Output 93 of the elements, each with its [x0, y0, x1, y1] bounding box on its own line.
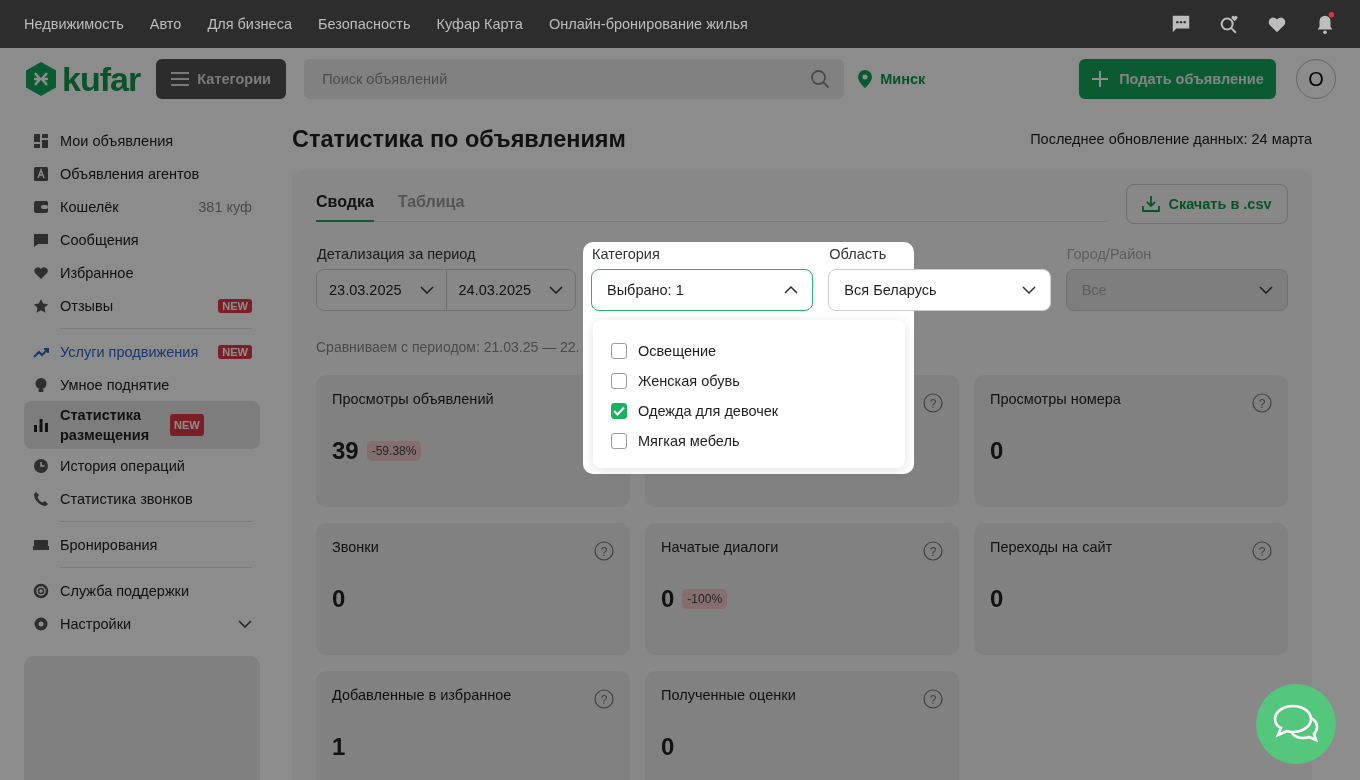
stat-title: Начатые диалоги: [661, 539, 779, 555]
sidebar-item[interactable]: Настройки: [24, 607, 260, 640]
stat-value: 0: [661, 733, 675, 761]
sidebar-item[interactable]: Услуги продвижения NEW: [24, 335, 260, 368]
compare-period-text: Сравниваем с периодом: 21.03.25 — 22.: [316, 339, 580, 355]
sidebar-item-label: Услуги продвижения: [60, 343, 200, 360]
pin-icon: [858, 70, 873, 88]
page-title: Статистика по объявлениям: [292, 125, 626, 153]
filter-label: Категория: [591, 246, 661, 262]
sidebar-item[interactable]: Бронирования: [24, 528, 260, 561]
search-icon[interactable]: [810, 69, 831, 89]
checkbox[interactable]: [611, 433, 627, 449]
category-option[interactable]: Мягкая мебель: [593, 426, 905, 456]
change-badge: -100%: [682, 589, 728, 609]
top-nav-link[interactable]: Онлайн-бронирование жилья: [548, 16, 748, 32]
plus-icon: [1091, 70, 1110, 88]
sidebar-item-label: Кошелёк: [60, 198, 120, 215]
sidebar-item-label: Служба поддержки: [60, 582, 191, 599]
filter-label: Детализация за период: [316, 246, 477, 262]
top-nav-link[interactable]: Для бизнеса: [207, 16, 292, 32]
chevron-icon: [1259, 286, 1273, 294]
category-option[interactable]: Женская обувь: [593, 366, 905, 396]
categories-button[interactable]: Категории: [156, 59, 287, 99]
sidebar-item-label: Избранное: [60, 264, 135, 281]
wallet-icon: [33, 198, 49, 215]
sidebar-item[interactable]: Избранное: [24, 256, 260, 289]
sidebar-item-label: Сообщения: [60, 231, 140, 248]
new-badge: NEW: [218, 344, 252, 359]
stat-title: Полученные оценки: [661, 687, 796, 703]
clock-icon: [33, 457, 49, 474]
sidebar-item-label: История операций: [60, 457, 186, 474]
stat-value: 1: [332, 733, 346, 761]
last-update-text: Последнее обновление данных: 24 марта: [1030, 131, 1312, 147]
sidebar-item[interactable]: Объявления агентов: [24, 157, 260, 190]
sidebar-item[interactable]: Умное поднятие: [24, 368, 260, 401]
stat-title: Звонки: [332, 539, 379, 555]
sidebar-item-label: Бронирования: [60, 536, 159, 553]
menu-icon: [171, 72, 190, 86]
stat-title: Переходы на сайт: [990, 539, 1113, 555]
chevron-icon: [1021, 286, 1036, 294]
filter-label: Область: [828, 246, 888, 262]
sidebar-item-label: Отзывы: [60, 297, 115, 314]
region-select[interactable]: Вся Беларусь: [828, 269, 1051, 311]
sidebar-item-label: Статистика размещения: [60, 406, 151, 445]
stat-title: Добавленные в избранное: [332, 687, 512, 703]
checkbox[interactable]: [611, 373, 627, 389]
stat-title: Просмотры объявлений: [332, 391, 494, 407]
stat-value: 0: [990, 437, 1004, 465]
stat-value: 0: [990, 585, 1004, 613]
checkbox[interactable]: [611, 343, 627, 359]
sidebar-item-label: Объявления агентов: [60, 165, 201, 182]
top-nav-link[interactable]: Безопасность: [318, 16, 411, 32]
category-select[interactable]: Выбрано: 1: [591, 269, 814, 311]
sidebar-item[interactable]: Мои объявления: [24, 124, 260, 157]
sidebar-item[interactable]: Кошелёк 381 куф: [24, 190, 260, 223]
phone-icon: [33, 490, 49, 507]
stat-value: 0: [661, 585, 675, 613]
stat-title: Просмотры номера: [990, 391, 1121, 407]
stat-value: 0: [332, 585, 346, 613]
download-icon: [1142, 195, 1161, 213]
bar-chart-icon: [33, 417, 49, 433]
sidebar-item[interactable]: Статистика звонков: [24, 482, 260, 515]
tab[interactable]: Сводка: [316, 185, 374, 222]
chat-icon: [33, 231, 49, 248]
top-nav-link[interactable]: Куфар Карта: [436, 16, 523, 32]
sidebar-item[interactable]: Сообщения: [24, 223, 260, 256]
logo-icon: [24, 61, 58, 97]
category-option[interactable]: Одежда для девочек: [593, 396, 905, 426]
search-heart-icon[interactable]: [1218, 13, 1240, 35]
top-nav-link[interactable]: Недвижимость: [24, 16, 124, 32]
checkbox[interactable]: [611, 403, 627, 419]
avatar[interactable]: О: [1296, 59, 1336, 99]
chevron-icon: [784, 286, 799, 294]
lifebuoy-icon: [33, 582, 49, 599]
stat-value: 39: [332, 437, 359, 465]
sidebar-item[interactable]: Статистика размещения NEW: [24, 401, 260, 449]
sidebar-item[interactable]: Служба поддержки: [24, 574, 260, 607]
balance-amount: 381 куф: [198, 198, 252, 215]
new-badge: NEW: [218, 298, 252, 313]
category-option[interactable]: Освещение: [593, 336, 905, 366]
heart-icon: [33, 264, 49, 281]
star-icon: [33, 297, 49, 314]
sidebar-item-label: Статистика звонков: [60, 490, 194, 507]
bulb-icon: [33, 376, 49, 393]
chevron-icon[interactable]: [238, 619, 252, 628]
top-nav-link[interactable]: Авто: [149, 16, 182, 32]
sidebar-item-label: Мои объявления: [60, 132, 175, 149]
sidebar-item-label: Умное поднятие: [60, 376, 171, 393]
new-badge: NEW: [170, 414, 204, 436]
sidebar-item[interactable]: Отзывы NEW: [24, 289, 260, 322]
sidebar-item[interactable]: История операций: [24, 449, 260, 482]
change-badge: -59.38%: [366, 441, 422, 461]
sidebar-item-label: Настройки: [60, 615, 133, 632]
